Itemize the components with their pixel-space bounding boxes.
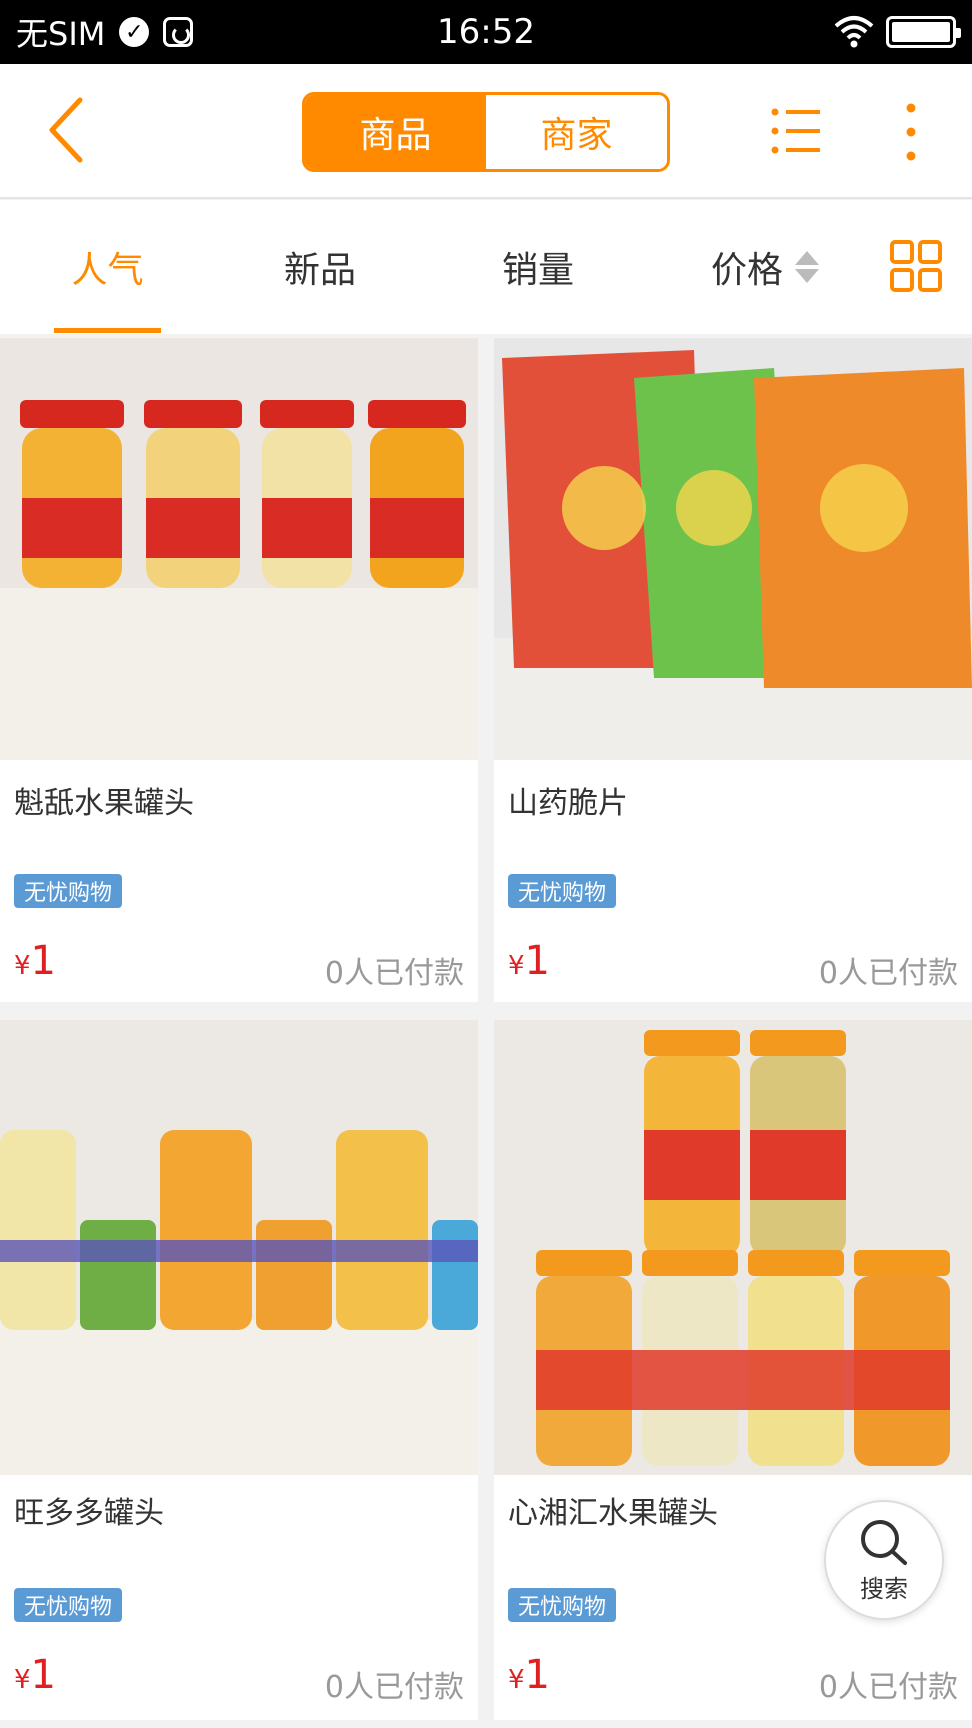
product-name: 心湘汇水果罐头: [508, 1496, 718, 1531]
sold-count: 0人已付款: [324, 956, 464, 991]
sort-popular[interactable]: 人气: [40, 200, 175, 334]
product-image: [0, 1020, 478, 1475]
sort-bar: 人气 新品 销量 价格: [0, 200, 972, 334]
product-image: [494, 1020, 972, 1475]
search-icon: [861, 1519, 907, 1565]
more-options-icon[interactable]: [893, 100, 929, 164]
product-card[interactable]: 魁舐水果罐头 无忧购物 ¥1 0人已付款: [0, 338, 478, 1002]
product-card[interactable]: 旺多多罐头 无忧购物 ¥1 0人已付款: [0, 1020, 478, 1720]
product-shop-toggle: 商品 商家: [302, 92, 670, 172]
sort-popular-label: 人气: [71, 250, 144, 291]
battery-icon: [886, 16, 961, 48]
product-name: 山药脆片: [508, 786, 628, 821]
sold-count: 0人已付款: [818, 956, 958, 991]
wifi-icon: [834, 16, 874, 48]
product-price: ¥1: [508, 938, 550, 984]
currency-symbol: ¥: [14, 1665, 31, 1695]
worry-free-badge: 无忧购物: [508, 1588, 617, 1622]
tab-products[interactable]: 商品: [305, 95, 486, 169]
sort-price-label: 价格: [710, 250, 783, 291]
price-value: 1: [524, 1652, 550, 1698]
clock: 16:52: [437, 12, 535, 52]
sort-arrows-icon: [795, 251, 819, 283]
status-bar: 无SIM ✓ 16:52: [0, 0, 972, 64]
price-value: 1: [30, 938, 56, 984]
worry-free-badge: 无忧购物: [508, 874, 617, 908]
currency-symbol: ¥: [508, 1665, 525, 1695]
tab-shops[interactable]: 商家: [486, 95, 667, 169]
product-price: ¥1: [14, 938, 56, 984]
search-label: 搜索: [860, 1574, 908, 1603]
currency-symbol: ¥: [14, 951, 31, 981]
product-price: ¥1: [14, 1652, 56, 1698]
product-name: 魁舐水果罐头: [14, 786, 194, 821]
sort-sales[interactable]: 销量: [468, 200, 608, 334]
grid-view-icon[interactable]: [890, 240, 942, 292]
product-price: ¥1: [508, 1652, 550, 1698]
product-image: [494, 338, 972, 760]
top-nav: 商品 商家: [0, 64, 972, 199]
back-arrow-icon[interactable]: [40, 92, 110, 168]
list-view-icon[interactable]: [770, 104, 822, 158]
sort-new[interactable]: 新品: [250, 200, 390, 334]
worry-free-badge: 无忧购物: [14, 1588, 123, 1622]
floating-search-button[interactable]: 搜索: [824, 1500, 944, 1620]
sort-new-label: 新品: [283, 250, 356, 291]
active-sort-indicator: [54, 328, 161, 333]
sold-count: 0人已付款: [818, 1670, 958, 1705]
sold-count: 0人已付款: [324, 1670, 464, 1705]
product-name: 旺多多罐头: [14, 1496, 164, 1531]
worry-free-badge: 无忧购物: [14, 874, 123, 908]
product-card[interactable]: 山药脆片 无忧购物 ¥1 0人已付款: [494, 338, 972, 1002]
currency-symbol: ¥: [508, 951, 525, 981]
sort-price[interactable]: 价格: [690, 200, 840, 334]
product-image: [0, 338, 478, 760]
sort-sales-label: 销量: [501, 250, 574, 291]
price-value: 1: [524, 938, 550, 984]
price-value: 1: [30, 1652, 56, 1698]
